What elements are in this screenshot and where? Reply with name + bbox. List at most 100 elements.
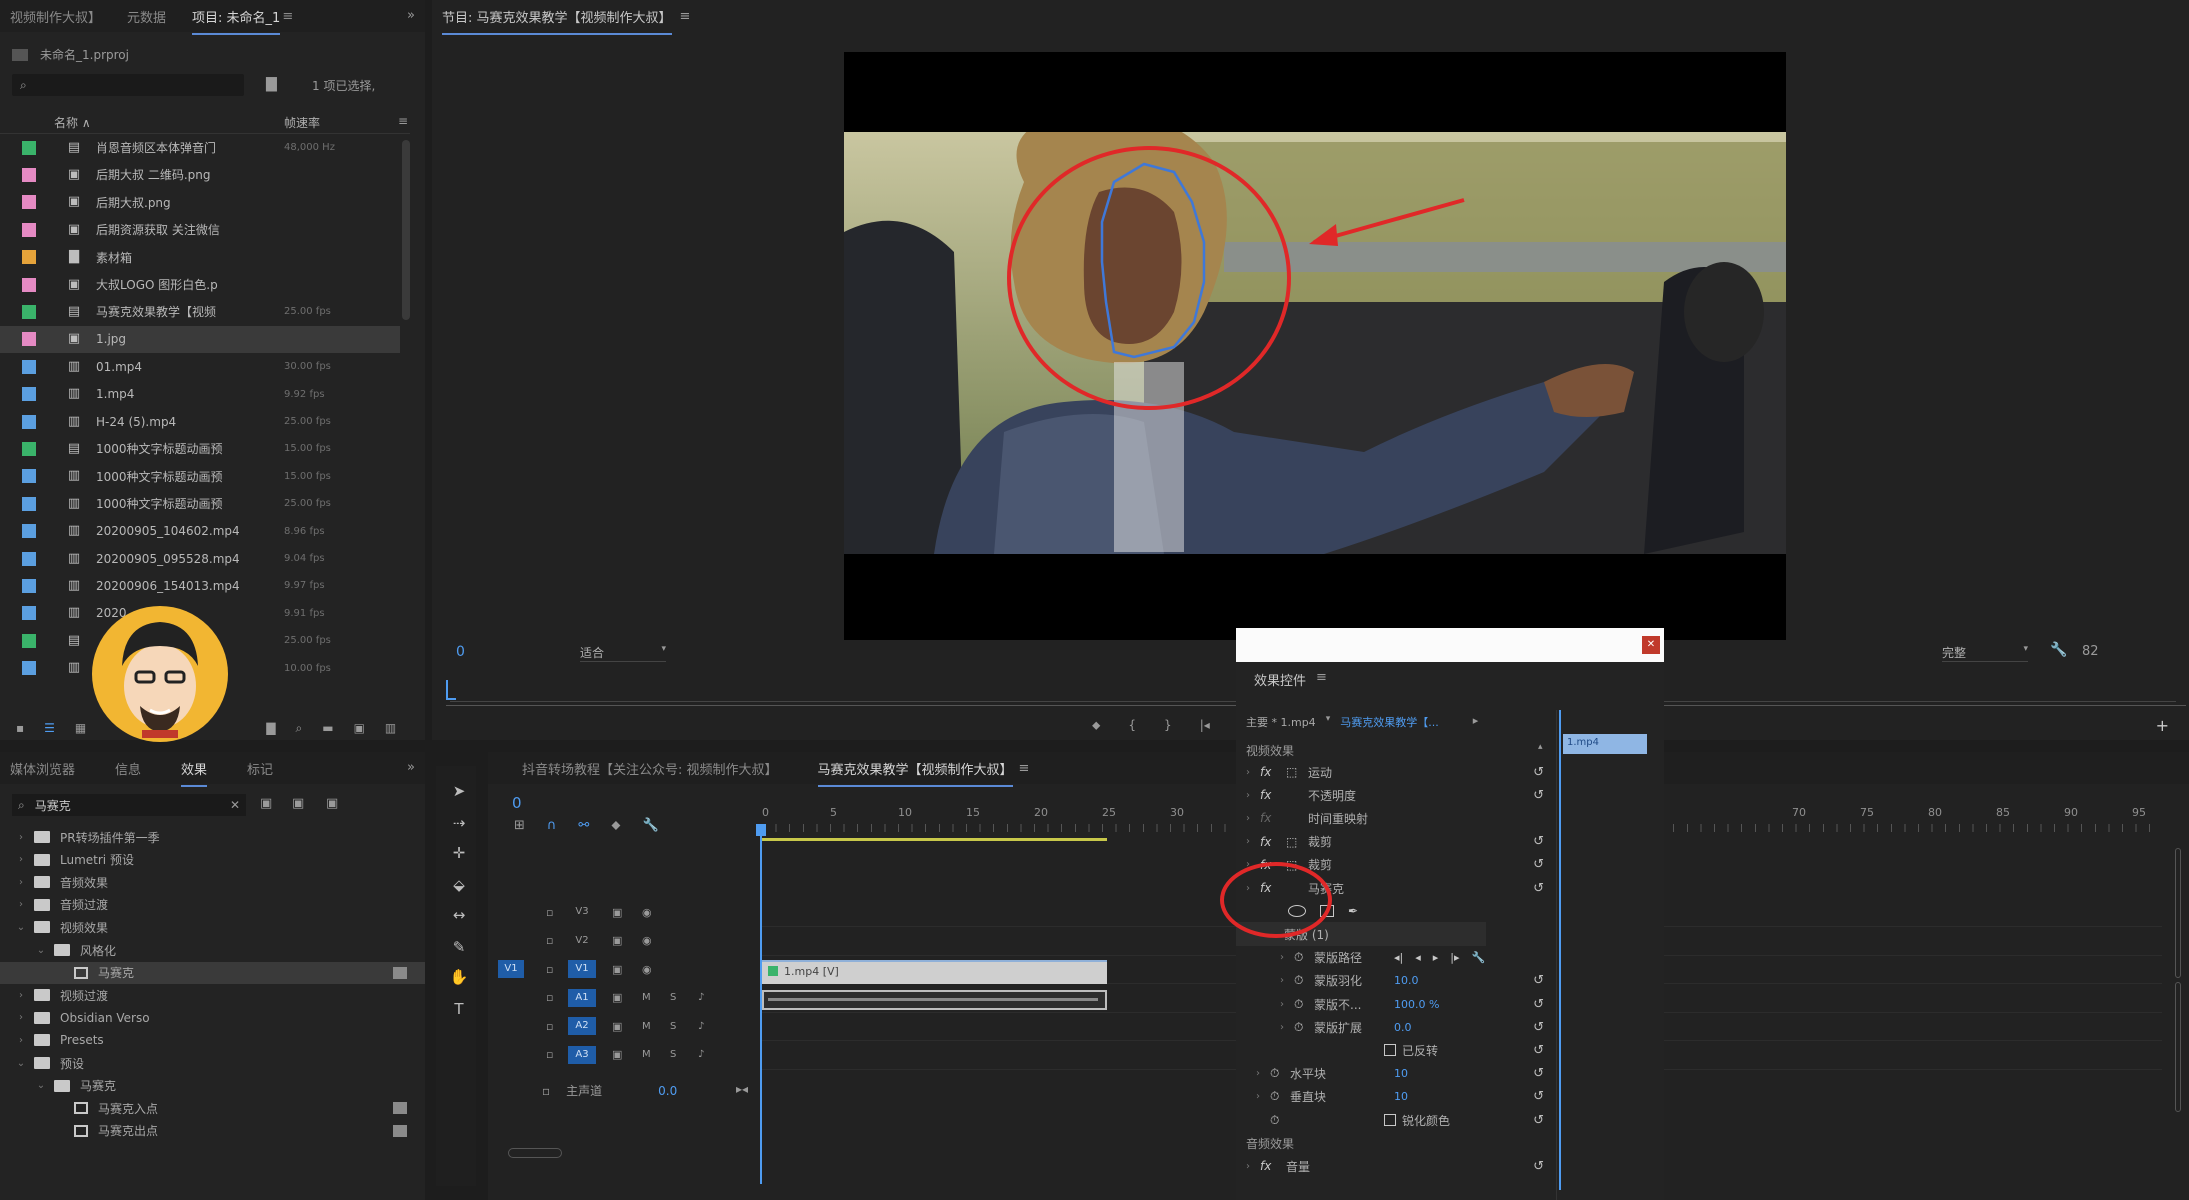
playhead-handle[interactable] [756,824,766,836]
chevron-right-icon[interactable]: › [14,832,28,843]
chevron-down-icon[interactable]: ⌄ [34,1080,48,1091]
list-item[interactable]: ▤ 马赛克效果教学【视频 25.00 fps [0,298,400,325]
solo-icon[interactable]: S [670,1021,676,1032]
chevron-right-icon[interactable]: › [1246,813,1260,824]
panel-menu-icon[interactable]: ≡ [1316,670,1327,689]
effects-tree-item[interactable]: › Presets [0,1029,425,1051]
lock-icon[interactable]: ▫ [546,1020,553,1033]
list-item[interactable]: ▣ 大叔LOGO 图形白色.p [0,271,400,298]
list-item[interactable]: ▥ 01.mp4 30.00 fps [0,353,400,380]
track-backward-icon[interactable]: ◂ [1415,951,1421,964]
inverted-row[interactable]: 已反转 ↺ [1236,1038,1556,1062]
list-item[interactable]: ▣ 1.jpg [0,325,400,353]
hand-tool-icon[interactable]: ✋ [448,966,470,988]
property-row[interactable]: › ⏱ 垂直块 10 ↺ [1236,1085,1556,1109]
reset-icon[interactable]: ↺ [1533,1089,1544,1104]
mic-icon[interactable]: ♪ [698,1021,704,1032]
reset-icon[interactable]: ↺ [1533,1113,1544,1128]
tab-project-1[interactable]: 视频制作大叔】 [10,7,101,26]
slip-tool-icon[interactable]: ↔ [448,904,470,926]
effects-tree-item[interactable]: ⌄ 风格化 [0,939,425,961]
effects-tree-item[interactable]: › 视频过渡 [0,984,425,1006]
label-color-swatch[interactable] [22,469,36,484]
nest-icon[interactable]: ⊞ [514,818,525,833]
lock-icon[interactable]: ▫ [546,1048,553,1061]
chevron-right-icon[interactable]: › [1246,790,1260,801]
chevron-down-icon[interactable]: ⌄ [34,945,48,956]
pen-tool-icon[interactable]: ✎ [448,936,470,958]
reset-icon[interactable]: ↺ [1533,881,1544,896]
go-to-end-icon[interactable]: ▸◂ [736,1082,748,1096]
effects-tree-item[interactable]: ⌄ 预设 [0,1052,425,1074]
stopwatch-icon[interactable]: ⏱ [1294,973,1314,988]
button-editor-icon[interactable]: + [2156,716,2169,735]
list-item[interactable]: ▥ 20200906_154013.mp4 9.97 fps [0,572,400,599]
work-area-bar[interactable] [762,838,1107,841]
clear-search-icon[interactable]: ✕ [230,798,240,812]
chevron-right-icon[interactable]: › [1280,975,1294,986]
sync-lock-icon[interactable]: ▣ [612,963,622,976]
mute-icon[interactable]: M [642,1049,651,1060]
label-color-swatch[interactable] [22,551,36,566]
overflow-chevron-icon[interactable]: » [407,8,415,23]
timeline-zoom-scrollbar[interactable] [508,1148,562,1158]
lock-icon[interactable]: ▫ [542,1084,550,1098]
overflow-chevron-icon[interactable]: » [407,760,415,775]
label-color-swatch[interactable] [22,661,36,676]
track-select-tool-icon[interactable]: ⇢ [448,812,470,834]
list-item[interactable]: ▤ 肖恩音频区本体弹音门 48,000 Hz [0,134,400,161]
panel-menu-icon[interactable]: ≡ [1019,761,1030,776]
ripple-edit-tool-icon[interactable]: ✛ [448,842,470,864]
eye-icon[interactable]: ◉ [642,934,652,947]
list-item[interactable]: ▣ 后期资源获取 关注微信 [0,216,400,243]
yuv-effects-icon[interactable]: ▣ [326,796,338,811]
lock-icon[interactable]: ▫ [546,963,553,976]
timeline-timecode[interactable]: 0 [512,794,522,812]
label-color-swatch[interactable] [22,359,36,374]
reset-icon[interactable]: ↺ [1533,997,1544,1012]
project-search-input[interactable] [32,77,223,93]
accelerated-effects-icon[interactable]: ▣ [260,796,272,811]
list-item[interactable]: ▥ H-24 (5).mp4 25.00 fps [0,408,400,435]
fx-toggle-icon[interactable]: fx [1260,1159,1286,1173]
label-color-swatch[interactable] [22,606,36,621]
mini-playhead[interactable] [1559,710,1561,1190]
tab-project-untitled[interactable]: 项目: 未命名_1 [192,7,281,35]
inverted-checkbox[interactable] [1384,1044,1396,1057]
chevron-right-icon[interactable]: › [1280,1022,1294,1033]
property-row[interactable]: › ⏱ 蒙版路径 ◂| ◂ ▸ |▸ 🔧 [1236,946,1556,970]
solo-icon[interactable]: S [670,1049,676,1060]
chevron-right-icon[interactable]: › [1246,1161,1260,1172]
timeline-vertical-scroll-v[interactable] [2175,848,2181,978]
track-id[interactable]: V1 [568,960,596,978]
source-patch[interactable]: V1 [498,960,524,978]
track-id[interactable]: V2 [568,932,596,950]
property-row[interactable]: › ⏱ 蒙版扩展 0.0 ↺ [1236,1015,1556,1039]
column-frame-rate[interactable]: 帧速率 [284,114,320,131]
stopwatch-icon[interactable]: ⏱ [1270,1066,1290,1081]
master-track-value[interactable]: 0.0 [658,1084,677,1098]
label-color-swatch[interactable] [22,524,36,539]
column-name[interactable]: 名称 ∧ [54,114,91,131]
project-scrollbar[interactable] [402,140,410,320]
video-clip[interactable]: 1.mp4 [V] [762,960,1107,984]
sync-lock-icon[interactable]: ▣ [612,991,622,1004]
sequence-label[interactable]: 马赛克效果教学【... [1340,714,1439,730]
tab-sequence-transition[interactable]: 抖音转场教程【关注公众号: 视频制作大叔】 [522,759,778,778]
effects-tree-item[interactable]: › Obsidian Verso [0,1007,425,1029]
property-value[interactable]: 10 [1394,1090,1408,1103]
chevron-right-icon[interactable]: › [1280,999,1294,1010]
lock-icon[interactable]: ▫ [546,934,553,947]
fx-toggle-icon[interactable]: fx [1260,835,1286,849]
effects-tree-item[interactable]: › Lumetri 预设 [0,849,425,871]
mark-in-icon[interactable]: { [1128,718,1136,733]
effects-tree-item[interactable]: ⌄ 马赛克 [0,1075,425,1097]
list-item[interactable]: ▥ 1000种文字标题动画预 25.00 fps [0,490,400,517]
go-to-in-icon[interactable]: |◂ [1200,718,1210,733]
chevron-right-icon[interactable]: › [14,990,28,1001]
mic-icon[interactable]: ♪ [698,1049,704,1060]
32bit-effects-icon[interactable]: ▣ [292,796,304,811]
play-only-audio-icon[interactable]: ▸ [1473,714,1479,730]
stopwatch-icon[interactable]: ⏱ [1294,1020,1314,1035]
lock-icon[interactable]: ▪ [16,721,24,735]
